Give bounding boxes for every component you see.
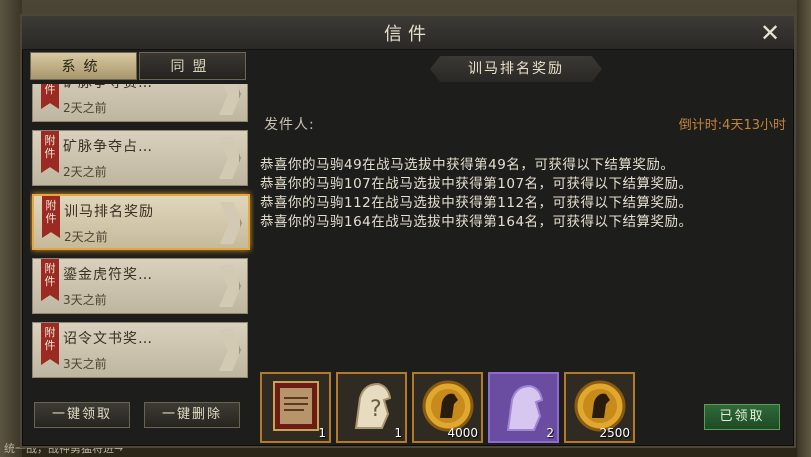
- claim-all-button[interactable]: 一键领取: [34, 402, 130, 428]
- mail-body-line: 恭喜你的马驹107在战马选拔中获得第107名，可获得以下结算奖励。: [260, 176, 693, 192]
- background-left-edge: [0, 0, 22, 457]
- reward-slot[interactable]: 4000: [412, 372, 483, 443]
- mail-list[interactable]: 附件 矿脉争夺赛… 2天之前 附件 矿脉争夺占… 2天之前 附件 训马排名奖励 …: [30, 84, 254, 396]
- attachment-tag: 附件: [41, 131, 59, 173]
- reward-count: 2500: [599, 426, 630, 440]
- mail-time: 3天之前: [63, 293, 107, 307]
- mail-item[interactable]: 附件 诏令文书奖… 3天之前: [32, 322, 248, 378]
- mail-window: 信件 ✕ 系统 同盟 附件 矿脉争夺赛… 2天之前 附件 矿脉争夺占… 2天之前…: [20, 14, 796, 448]
- mail-subject: 矿脉争夺赛…: [63, 84, 153, 92]
- mail-body-line: 恭喜你的马驹112在战马选拔中获得第112名，可获得以下结算奖励。: [260, 195, 693, 211]
- reward-count: 2: [546, 426, 554, 440]
- mail-subject: 训马排名奖励: [64, 204, 154, 220]
- reward-count: 1: [394, 426, 402, 440]
- chevron-right-icon: [219, 84, 241, 115]
- mail-detail-subject: 训马排名奖励: [430, 56, 602, 82]
- sender-label: 发件人:: [264, 117, 315, 133]
- title-bar: 信件 ✕: [22, 16, 794, 50]
- purple-horse-icon: [506, 384, 544, 431]
- mail-item-selected[interactable]: 附件 训马排名奖励 2天之前: [32, 194, 250, 250]
- background-right-edge: [797, 0, 811, 457]
- reward-slot[interactable]: 2: [488, 372, 559, 443]
- reward-slot[interactable]: 2500: [564, 372, 635, 443]
- reward-slot[interactable]: ? 1: [336, 372, 407, 443]
- attachment-tag: 附件: [41, 84, 59, 109]
- reward-count: 4000: [447, 426, 478, 440]
- mail-item[interactable]: 附件 矿脉争夺赛… 2天之前: [32, 84, 248, 122]
- mail-body-line: 恭喜你的马驹164在战马选拔中获得第164名，可获得以下结算奖励。: [260, 214, 693, 230]
- mail-actions: 一键领取 一键删除: [30, 402, 246, 432]
- mail-time: 2天之前: [63, 165, 107, 179]
- mail-detail-panel: 训马排名奖励 发件人: 倒计时:4天13小时 恭喜你的马驹49在战马选拔中获得第…: [250, 52, 790, 444]
- tab-system[interactable]: 系统: [30, 52, 137, 80]
- mail-tabs: 系统 同盟: [30, 52, 246, 80]
- mail-time: 2天之前: [63, 101, 107, 115]
- chevron-right-icon: [220, 202, 242, 244]
- close-icon[interactable]: ✕: [756, 20, 784, 46]
- chevron-right-icon: [219, 265, 241, 307]
- reward-count: 1: [318, 426, 326, 440]
- mail-subject: 鎏金虎符奖…: [63, 267, 153, 283]
- mystery-horse-icon: ?: [354, 382, 392, 429]
- mail-time: 2天之前: [64, 230, 108, 244]
- mail-body-line: 恭喜你的马驹49在战马选拔中获得第49名，可获得以下结算奖励。: [260, 157, 675, 173]
- window-title: 信件: [384, 23, 432, 45]
- claimed-button[interactable]: 已领取: [704, 404, 780, 430]
- mail-item[interactable]: 附件 鎏金虎符奖… 3天之前: [32, 258, 248, 314]
- attachment-tag: 附件: [41, 323, 59, 365]
- delete-all-button[interactable]: 一键删除: [144, 402, 240, 428]
- svg-text:?: ?: [370, 397, 382, 422]
- mail-item[interactable]: 附件 矿脉争夺占… 2天之前: [32, 130, 248, 186]
- mail-time: 3天之前: [63, 357, 107, 371]
- reward-slot[interactable]: 1: [260, 372, 331, 443]
- chevron-right-icon: [219, 137, 241, 179]
- scroll-icon: [273, 381, 319, 431]
- mail-body: 恭喜你的马驹49在战马选拔中获得第49名，可获得以下结算奖励。 恭喜你的马驹10…: [260, 156, 693, 232]
- chevron-right-icon: [219, 329, 241, 371]
- mail-list-panel: 系统 同盟 附件 矿脉争夺赛… 2天之前 附件 矿脉争夺占… 2天之前 附件 训…: [30, 52, 250, 442]
- reward-items: 1 ? 1 4000 2 2500: [260, 372, 635, 444]
- attachment-tag: 附件: [41, 259, 59, 301]
- mail-subject: 诏令文书奖…: [63, 331, 153, 347]
- expiry-countdown: 倒计时:4天13小时: [678, 118, 786, 133]
- mail-subject: 矿脉争夺占…: [63, 139, 153, 155]
- attachment-tag: 附件: [42, 196, 60, 238]
- tab-alliance[interactable]: 同盟: [139, 52, 246, 80]
